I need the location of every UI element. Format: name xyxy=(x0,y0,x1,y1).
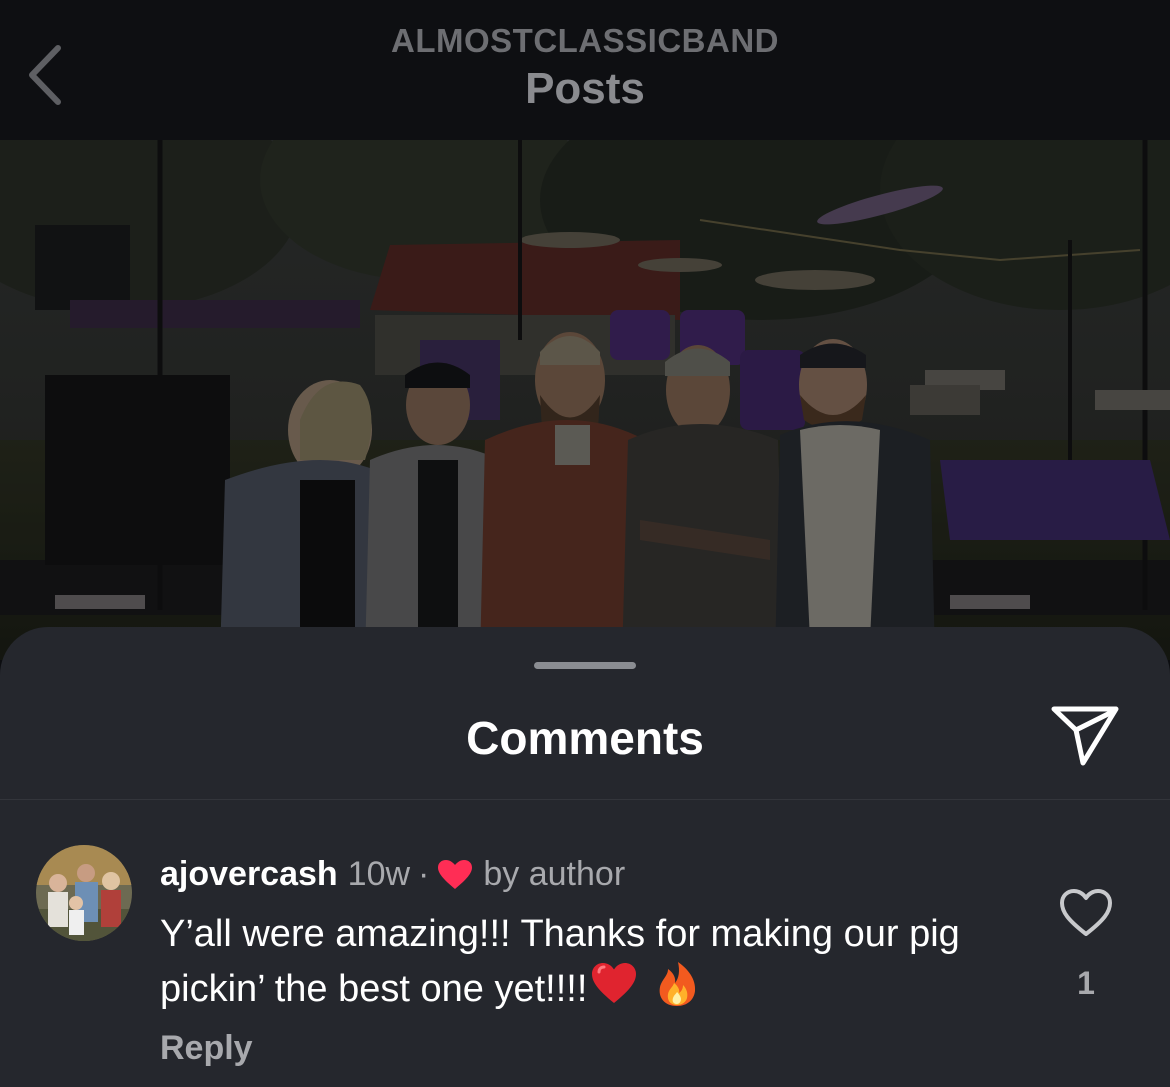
red-heart-emoji-icon xyxy=(592,963,637,1003)
account-name[interactable]: ALMOSTCLASSICBAND xyxy=(0,22,1170,60)
comment-username[interactable]: ajovercash xyxy=(160,855,338,894)
top-bar: ALMOSTCLASSICBAND Posts xyxy=(0,0,1170,140)
sheet-grabber-handle[interactable] xyxy=(534,662,636,669)
comment-like-button[interactable] xyxy=(1058,887,1114,939)
page-title: Posts xyxy=(525,64,645,113)
user-avatar-image xyxy=(36,845,132,941)
post-photo[interactable] xyxy=(0,140,1170,660)
avatar[interactable] xyxy=(36,845,132,941)
header-titles: ALMOSTCLASSICBAND Posts xyxy=(0,22,1170,114)
header-divider xyxy=(0,799,1170,800)
paper-plane-icon xyxy=(1051,706,1119,766)
comments-sheet: Comments ajovercash 10w · by author Y’al… xyxy=(0,627,1170,1087)
comment-timestamp: 10w xyxy=(347,855,411,893)
heart-outline-icon xyxy=(1060,889,1112,936)
reply-button[interactable]: Reply xyxy=(160,1029,253,1068)
comment-text: Y’all were amazing!!! Thanks for making … xyxy=(160,909,1030,1014)
comments-title: Comments xyxy=(466,712,704,764)
fire-emoji-icon xyxy=(659,962,696,1006)
comment-like-count: 1 xyxy=(1077,965,1095,1001)
comment-meta: ajovercash 10w · by author xyxy=(160,855,625,894)
share-button[interactable] xyxy=(1050,703,1120,767)
author-liked-heart-icon xyxy=(438,859,473,889)
meta-separator: · xyxy=(418,855,430,893)
band-photo-image xyxy=(0,140,1170,660)
comment-body: Y’all were amazing!!! Thanks for making … xyxy=(160,913,960,1010)
liked-by-author-label: by author xyxy=(483,855,626,893)
